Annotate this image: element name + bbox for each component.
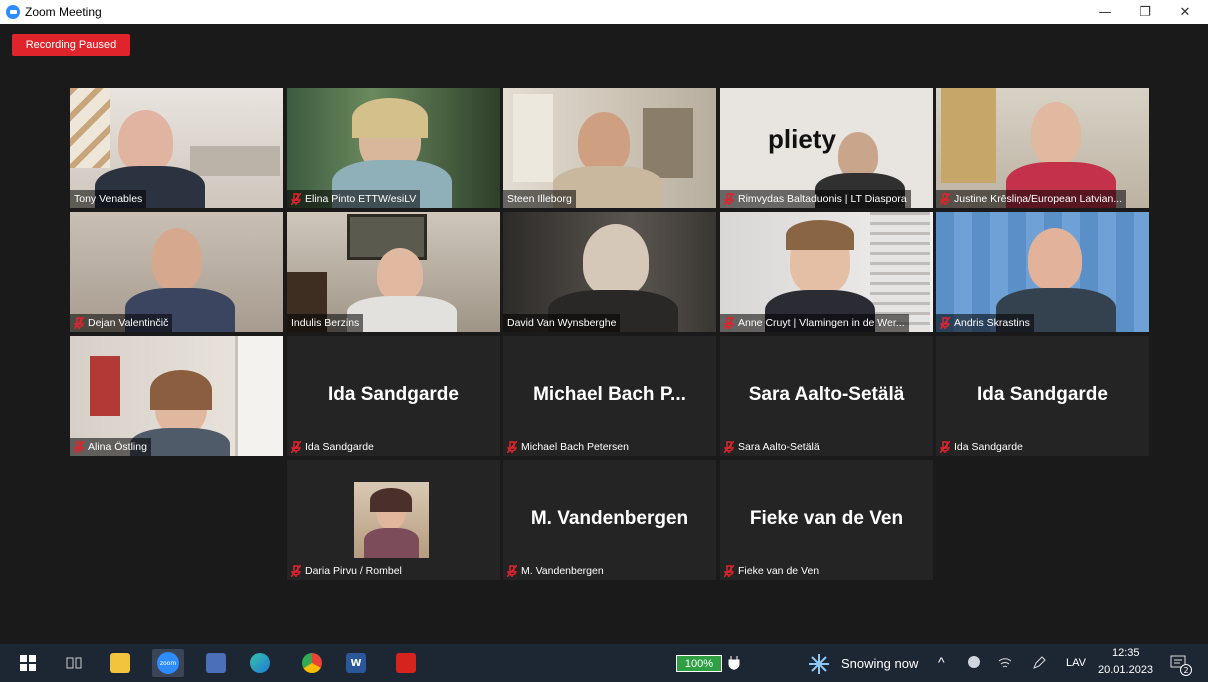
participant-tile[interactable]: Elina Pinto ETTW/esiLV	[287, 88, 500, 208]
muted-mic-icon	[291, 193, 301, 205]
clock-time[interactable]: 12:35	[1112, 647, 1140, 659]
participant-name: Sara Aalto-Setälä	[720, 438, 824, 456]
word-app-icon[interactable]: W	[346, 653, 366, 673]
participant-name: Dejan Valentinčič	[70, 314, 173, 332]
participant-tile[interactable]: Daria Pirvu / Rombel	[287, 460, 500, 580]
window-title: Zoom Meeting	[25, 5, 102, 19]
participant-tile[interactable]: David Van Wynsberghe	[503, 212, 716, 332]
participant-name: Ida Sandgarde	[936, 438, 1027, 456]
windows-taskbar: zoom W 100% Snowing now ^ LAV 12:35 20.0…	[0, 644, 1208, 682]
participant-name: Fieke van de Ven	[720, 562, 823, 580]
participant-name: David Van Wynsberghe	[503, 314, 621, 332]
participant-tile[interactable]: Indulis Berzins	[287, 212, 500, 332]
charging-plug-icon	[728, 656, 740, 670]
wifi-icon[interactable]	[998, 656, 1012, 670]
battery-indicator[interactable]: 100%	[676, 655, 722, 672]
muted-mic-icon	[74, 441, 84, 453]
participant-tile[interactable]: Anne Cruyt | Vlamingen in de Wer...	[720, 212, 933, 332]
zoom-taskbar-button[interactable]: zoom	[152, 649, 184, 677]
file-explorer-icon[interactable]	[110, 653, 130, 673]
participant-tile[interactable]: Tony Venables	[70, 88, 283, 208]
close-button[interactable]: ✕	[1165, 0, 1205, 24]
snowflake-weather-icon[interactable]	[808, 653, 830, 675]
participant-tile[interactable]: Sara Aalto-Setälä Sara Aalto-Setälä	[720, 336, 933, 456]
participant-name: Andris Skrastins	[936, 314, 1034, 332]
participant-name: Alina Östling	[70, 438, 151, 456]
meeting-gallery: Recording Paused Tony Venables Elina Pin…	[0, 24, 1208, 644]
pliety-logo: pliety	[768, 124, 836, 154]
pen-icon[interactable]	[1032, 656, 1046, 670]
muted-mic-icon	[724, 193, 734, 205]
participant-tile[interactable]: Ida Sandgarde Ida Sandgarde	[287, 336, 500, 456]
participant-name: Anne Cruyt | Vlamingen in de Wer...	[720, 314, 909, 332]
participant-name: Elina Pinto ETTW/esiLV	[287, 190, 421, 208]
muted-mic-icon	[507, 565, 517, 577]
photos-app-icon[interactable]	[206, 653, 226, 673]
muted-mic-icon	[74, 317, 84, 329]
participant-name: Michael Bach Petersen	[503, 438, 633, 456]
notification-count-badge: 2	[1180, 664, 1192, 676]
participant-tile[interactable]: M. Vandenbergen M. Vandenbergen	[503, 460, 716, 580]
muted-mic-icon	[940, 317, 950, 329]
participant-tile[interactable]: Dejan Valentinčič	[70, 212, 283, 332]
muted-mic-icon	[940, 441, 950, 453]
muted-mic-icon	[724, 565, 734, 577]
participant-name: Ida Sandgarde	[287, 438, 378, 456]
participant-name: Steen Illeborg	[503, 190, 576, 208]
zoom-app-icon: zoom	[157, 652, 179, 674]
participant-tile[interactable]: Ida Sandgarde Ida Sandgarde	[936, 336, 1149, 456]
recording-paused-badge[interactable]: Recording Paused	[12, 34, 130, 56]
participant-name: Indulis Berzins	[287, 314, 364, 332]
clock-date[interactable]: 20.01.2023	[1098, 664, 1153, 676]
participant-name: Daria Pirvu / Rombel	[287, 562, 406, 580]
show-hidden-icons-chevron-icon[interactable]: ^	[938, 654, 945, 670]
muted-mic-icon	[507, 441, 517, 453]
language-indicator[interactable]: LAV	[1066, 657, 1086, 669]
participant-display-name: Ida Sandgarde	[977, 384, 1108, 405]
muted-mic-icon	[940, 193, 950, 205]
title-bar: Zoom Meeting — ❐ ✕	[0, 0, 1208, 24]
participant-display-name: Sara Aalto-Setälä	[748, 384, 905, 405]
weather-text[interactable]: Snowing now	[841, 656, 918, 671]
system-tray-app-icon[interactable]	[968, 656, 980, 668]
minimize-button[interactable]: —	[1085, 0, 1125, 24]
participant-tile[interactable]: pliety Rimvydas Baltaduonis | LT Diaspor…	[720, 88, 933, 208]
participant-tile[interactable]: Michael Bach P... Michael Bach Petersen	[503, 336, 716, 456]
muted-mic-icon	[724, 441, 734, 453]
participant-name: Rimvydas Baltaduonis | LT Diaspora	[720, 190, 911, 208]
participant-name: Justine Krēsliņa/European Latvian...	[936, 190, 1127, 208]
windows-start-icon[interactable]	[20, 655, 36, 671]
participant-display-name: Fieke van de Ven	[749, 508, 904, 529]
muted-mic-icon	[291, 441, 301, 453]
zoom-logo-icon	[6, 5, 20, 19]
muted-mic-icon	[291, 565, 301, 577]
participant-display-name: Michael Bach P...	[533, 384, 686, 405]
participant-tile[interactable]: Justine Krēsliņa/European Latvian...	[936, 88, 1149, 208]
participant-display-name: M. Vandenbergen	[530, 508, 689, 529]
participant-display-name: Ida Sandgarde	[328, 384, 459, 405]
profile-picture	[354, 482, 429, 558]
participant-tile[interactable]: Alina Östling	[70, 336, 283, 456]
task-view-icon[interactable]	[66, 655, 82, 671]
participant-name: Tony Venables	[70, 190, 147, 208]
participant-tile[interactable]: Andris Skrastins	[936, 212, 1149, 332]
restore-button[interactable]: ❐	[1125, 0, 1165, 24]
chrome-browser-icon[interactable]	[302, 653, 322, 673]
muted-mic-icon	[724, 317, 734, 329]
acrobat-reader-icon[interactable]	[396, 653, 416, 673]
participant-name: M. Vandenbergen	[503, 562, 608, 580]
participant-tile[interactable]: Fieke van de Ven Fieke van de Ven	[720, 460, 933, 580]
participant-tile-active-speaker[interactable]: Steen Illeborg	[503, 88, 716, 208]
edge-browser-icon[interactable]	[250, 653, 270, 673]
